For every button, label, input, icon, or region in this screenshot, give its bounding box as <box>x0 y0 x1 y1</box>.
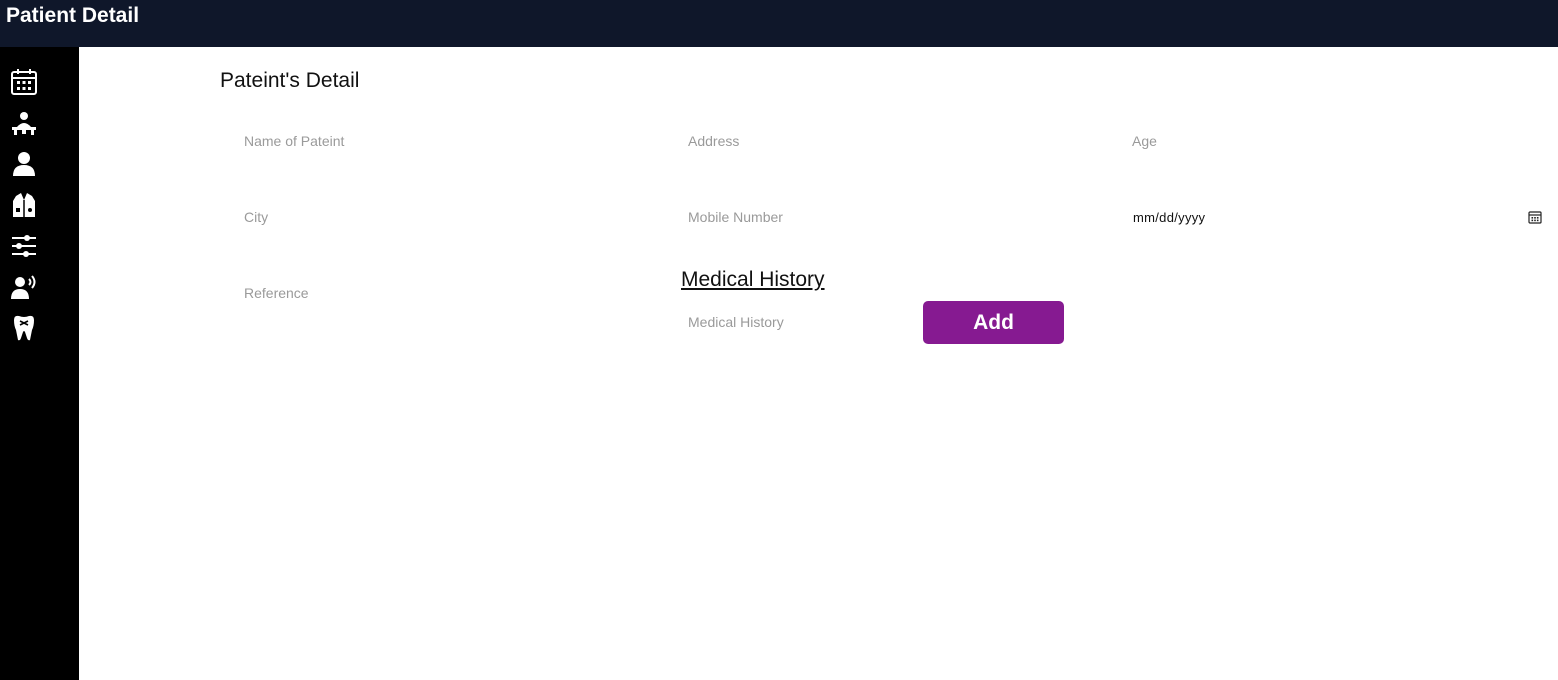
form-title: Pateint's Detail <box>220 69 360 92</box>
date-value: mm/dd/yyyy <box>1133 209 1206 225</box>
sidebar-item-settings[interactable] <box>9 231 39 261</box>
address-input[interactable] <box>680 123 1100 159</box>
mobile-number-input[interactable] <box>680 199 1100 235</box>
medical-history-heading: Medical History <box>681 268 825 291</box>
reference-input[interactable] <box>236 275 656 311</box>
sidebar-item-tooth[interactable] <box>9 313 39 343</box>
sidebar-item-calendar[interactable] <box>9 67 39 97</box>
sliders-icon <box>12 235 36 257</box>
date-input[interactable]: mm/dd/yyyy <box>1125 199 1550 235</box>
sidebar-item-user-voice[interactable] <box>9 272 39 302</box>
city-input[interactable] <box>236 199 656 235</box>
user-voice-icon <box>11 275 36 299</box>
sidebar <box>0 47 79 680</box>
calendar-picker-icon[interactable] <box>1528 210 1542 224</box>
doctor-coat-icon <box>13 193 35 217</box>
user-icon <box>13 152 35 176</box>
sidebar-item-doctor-desk[interactable] <box>9 108 39 138</box>
top-bar: Patient Detail <box>0 0 1558 47</box>
doctor-desk-icon <box>12 112 36 135</box>
sidebar-item-doctor-coat[interactable] <box>9 190 39 220</box>
page-title: Patient Detail <box>6 4 140 27</box>
age-input[interactable] <box>1124 123 1544 159</box>
tooth-icon <box>14 315 34 341</box>
add-button[interactable]: Add <box>923 301 1064 344</box>
calendar-icon <box>11 69 37 95</box>
patient-name-input[interactable] <box>236 123 656 159</box>
sidebar-item-user[interactable] <box>9 149 39 179</box>
medical-history-input[interactable] <box>680 304 910 340</box>
